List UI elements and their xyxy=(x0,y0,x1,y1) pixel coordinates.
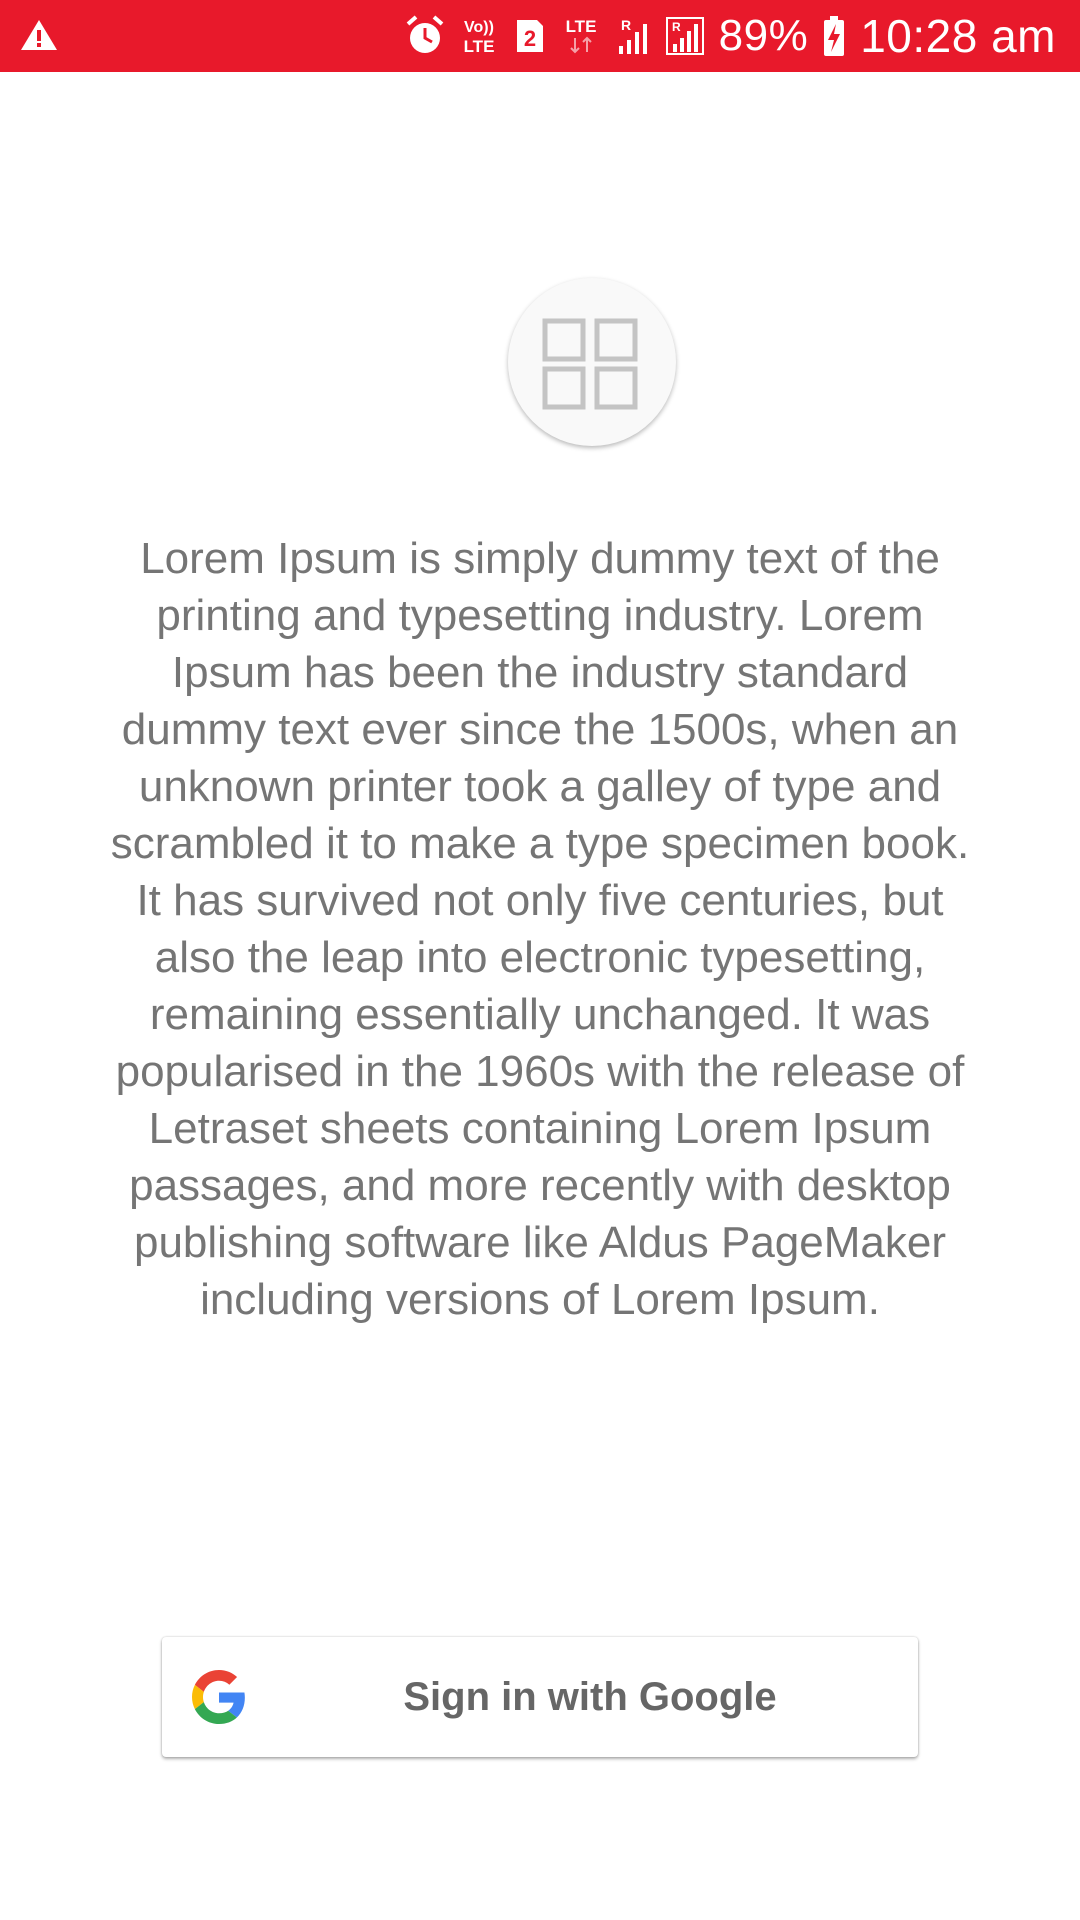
svg-text:2: 2 xyxy=(524,26,536,51)
status-time: 10:28 am xyxy=(860,10,1056,62)
alarm-icon xyxy=(406,15,443,53)
google-sign-in-button[interactable]: Sign in with Google xyxy=(162,1637,918,1757)
volte-icon: Vo)) LTE xyxy=(463,19,494,56)
svg-text:R: R xyxy=(672,20,681,34)
grid-icon xyxy=(542,318,638,410)
warning-icon xyxy=(21,20,57,50)
svg-text:Vo)): Vo)) xyxy=(464,19,494,36)
battery-charging-icon xyxy=(824,16,845,56)
app-icon xyxy=(508,278,676,446)
status-icons: Vo)) LTE 2 LTE R R 89% 10:28 am xyxy=(405,0,1056,72)
google-sign-in-label: Sign in with Google xyxy=(403,1675,777,1719)
svg-text:R: R xyxy=(621,17,631,33)
svg-text:LTE: LTE xyxy=(463,37,494,56)
battery-percent: 89% xyxy=(718,11,809,60)
lte-data-icon: LTE xyxy=(565,17,596,54)
signal-roaming-icon: R xyxy=(618,17,647,54)
status-bar: Vo)) LTE 2 LTE R R 89% 10:28 am xyxy=(0,0,1080,72)
svg-text:LTE: LTE xyxy=(565,17,596,36)
sim-2-icon: 2 xyxy=(516,20,543,52)
google-logo-icon xyxy=(192,1670,245,1724)
description-text: Lorem Ipsum is simply dummy text of the … xyxy=(110,534,970,1324)
signal-icon: R xyxy=(665,17,704,55)
